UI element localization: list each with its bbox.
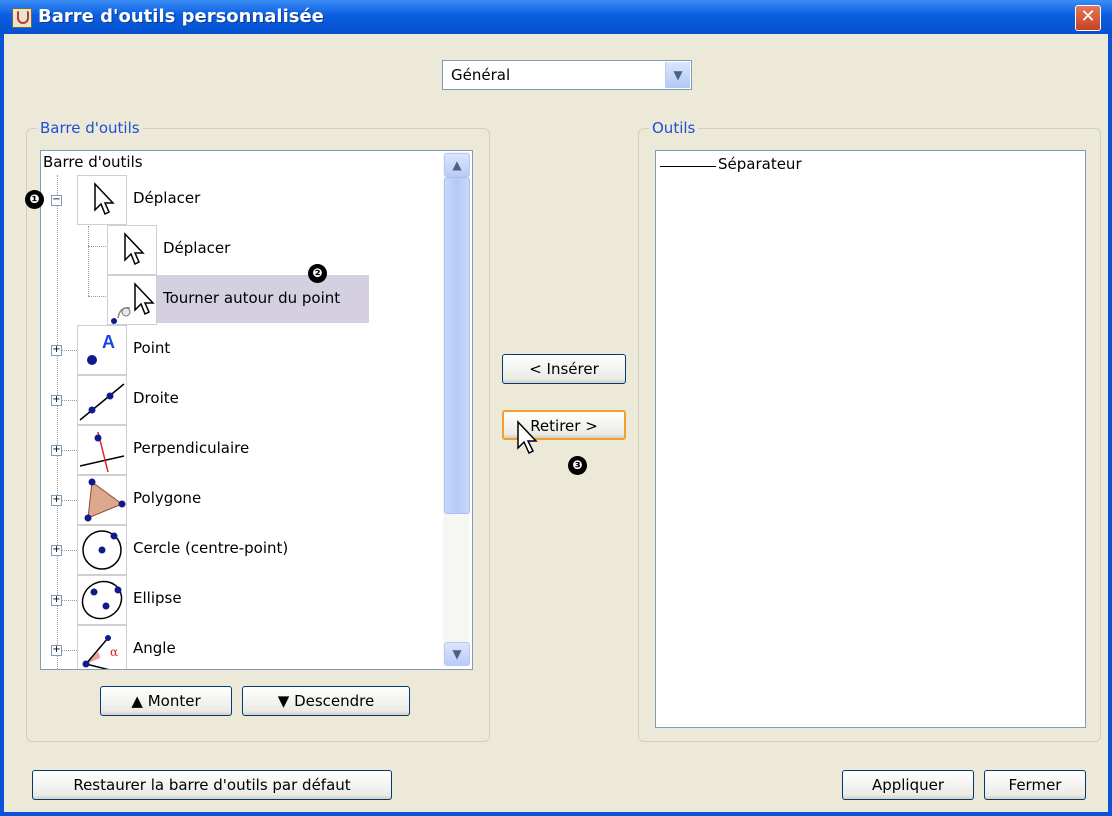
tree-item-point[interactable]: + A Point — [41, 325, 441, 375]
tree-scrollbar[interactable]: ▲ ▼ — [443, 152, 470, 666]
annotation-marker-3: ❸ — [568, 456, 587, 475]
line-icon — [77, 375, 127, 425]
tree-item-label: Déplacer — [163, 239, 231, 257]
tree-item-droite[interactable]: + Droite — [41, 375, 441, 425]
tree-item-label: Ellipse — [133, 589, 182, 607]
move-up-label: Monter — [147, 692, 201, 710]
tree-line — [62, 450, 77, 451]
tree-item-label: Droite — [133, 389, 179, 407]
tree-line — [62, 600, 77, 601]
expand-icon[interactable]: + — [51, 445, 62, 456]
toolbar-tree[interactable]: Barre d'outils − Déplacer Déplacer Tourn… — [40, 150, 473, 670]
scroll-up-icon[interactable]: ▲ — [444, 153, 470, 177]
window-title: Barre d'outils personnalisée — [38, 6, 324, 27]
svg-text:α: α — [110, 645, 118, 659]
close-window-button[interactable]: ✕ — [1075, 5, 1101, 31]
tree-line — [62, 400, 77, 401]
tree-item-ellipse[interactable]: + Ellipse — [41, 575, 441, 625]
scroll-down-icon[interactable]: ▼ — [444, 642, 470, 666]
category-selected: Général — [451, 66, 511, 84]
separator-line-icon — [660, 166, 716, 167]
tree-item-polygone[interactable]: + Polygone — [41, 475, 441, 525]
category-dropdown[interactable]: Général ▼ — [442, 60, 692, 90]
tree-line — [62, 550, 77, 551]
move-down-label: Descendre — [294, 692, 375, 710]
expand-icon[interactable]: + — [51, 395, 62, 406]
dialog-content: Général ▼ Barre d'outils Barre d'outils … — [4, 34, 1108, 812]
expand-icon[interactable]: + — [51, 495, 62, 506]
move-up-button[interactable]: ▲ Monter — [100, 686, 232, 716]
tree-line — [62, 500, 77, 501]
expand-icon[interactable]: + — [51, 645, 62, 656]
close-button[interactable]: Fermer — [984, 770, 1086, 800]
up-arrow-icon: ▲ — [131, 692, 143, 710]
tree-item-label: Polygone — [133, 489, 202, 507]
circle-icon — [77, 525, 127, 575]
annotation-marker-2: ❷ — [308, 264, 327, 283]
tree-item-label: Angle — [133, 639, 176, 657]
expand-icon[interactable]: + — [51, 595, 62, 606]
angle-icon: α — [77, 625, 127, 669]
point-icon: A — [77, 325, 127, 375]
annotation-marker-1: ❶ — [25, 190, 44, 209]
tree-item-label: Point — [133, 339, 171, 357]
tree-item-cercle[interactable]: + Cercle (centre-point) — [41, 525, 441, 575]
list-item-label: Séparateur — [718, 155, 802, 173]
perpendicular-icon — [77, 425, 127, 475]
ellipse-icon — [77, 575, 127, 625]
down-arrow-icon: ▼ — [277, 692, 290, 710]
scroll-thumb[interactable] — [444, 177, 470, 514]
tree-item-label: Déplacer — [133, 189, 201, 207]
toolbar-group-title: Barre d'outils — [37, 119, 143, 137]
title-bar[interactable]: Barre d'outils personnalisée ✕ — [0, 0, 1112, 34]
tree-item-rotate-around-point[interactable]: Tourner autour du point — [41, 275, 441, 325]
mouse-cursor-icon — [517, 420, 538, 455]
tree-root-label: Barre d'outils — [43, 153, 143, 171]
expand-icon[interactable]: + — [51, 545, 62, 556]
tree-item-label: Perpendiculaire — [133, 439, 250, 457]
tree-item-angle[interactable]: + α Angle — [41, 625, 441, 669]
tree-item-perpendiculaire[interactable]: + Perpendiculaire — [41, 425, 441, 475]
tools-group-title: Outils — [649, 119, 699, 137]
dialog-window: Barre d'outils personnalisée ✕ Général ▼… — [0, 0, 1112, 816]
expand-icon[interactable]: + — [51, 345, 62, 356]
collapse-icon[interactable]: − — [51, 195, 62, 206]
tree-line — [62, 350, 77, 351]
restore-default-button[interactable]: Restaurer la barre d'outils par défaut — [32, 770, 392, 800]
rotate-around-point-icon — [107, 275, 157, 325]
chevron-down-icon[interactable]: ▼ — [665, 62, 690, 88]
polygon-icon — [77, 475, 127, 525]
tree-item-label: Cercle (centre-point) — [133, 539, 289, 557]
insert-button[interactable]: < Insérer — [502, 354, 626, 384]
tree-item-label: Tourner autour du point — [163, 289, 341, 307]
move-down-button[interactable]: ▼ Descendre — [242, 686, 410, 716]
tree-item-deplacer-child[interactable]: Déplacer — [41, 225, 441, 275]
tree-line — [62, 650, 77, 651]
tree-item-deplacer[interactable]: − Déplacer — [41, 175, 441, 225]
list-item-separator[interactable]: Séparateur — [658, 155, 1058, 175]
java-app-icon — [12, 8, 32, 28]
svg-text:A: A — [102, 332, 115, 352]
move-arrow-icon — [107, 225, 157, 275]
move-arrow-icon — [77, 175, 127, 225]
apply-button[interactable]: Appliquer — [842, 770, 974, 800]
tools-list[interactable]: Séparateur — [655, 150, 1086, 728]
